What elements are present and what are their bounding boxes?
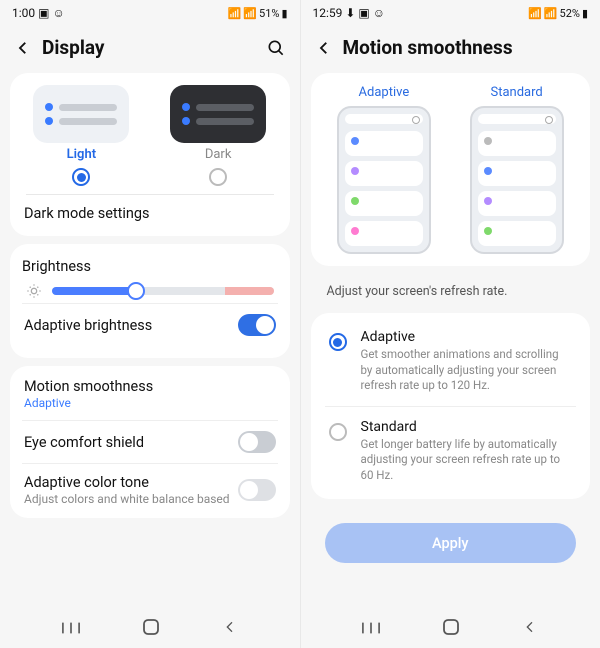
theme-label-light: Light: [67, 147, 96, 162]
status-time: 12:59 ⬇ ▣ ☺: [313, 6, 386, 20]
back-icon[interactable]: [14, 39, 32, 57]
motion-smoothness-row[interactable]: Motion smoothness Adaptive: [22, 368, 278, 420]
adaptive-brightness-label: Adaptive brightness: [24, 317, 152, 334]
display-options-group: Motion smoothness Adaptive Eye comfort s…: [10, 366, 290, 518]
brightness-slider[interactable]: [52, 287, 274, 295]
radio-light[interactable]: [72, 168, 90, 186]
back-icon[interactable]: [315, 39, 333, 57]
eye-comfort-row: Eye comfort shield: [22, 420, 278, 463]
brightness-card: Brightness Adaptive brightness: [10, 244, 290, 358]
brightness-label: Brightness: [22, 258, 91, 275]
theme-preview-light: [33, 85, 129, 143]
option-standard[interactable]: Standard Get longer battery life by auto…: [325, 407, 577, 496]
status-bar: 12:59 ⬇ ▣ ☺ 📶📶 52%▮: [301, 0, 600, 26]
dark-mode-settings-link[interactable]: Dark mode settings: [24, 205, 150, 222]
nav-back-icon[interactable]: [522, 619, 538, 639]
page-header: Display: [0, 26, 300, 73]
motion-smoothness-screen: 12:59 ⬇ ▣ ☺ 📶📶 52%▮ Motion smoothness Ad…: [301, 0, 600, 648]
radio-adaptive[interactable]: [329, 333, 347, 351]
option-adaptive[interactable]: Adaptive Get smoother animations and scr…: [325, 317, 577, 407]
theme-preview-dark: [170, 85, 266, 143]
theme-option-dark[interactable]: Dark: [159, 85, 278, 186]
refresh-rate-description: Adjust your screen's refresh rate.: [311, 274, 591, 305]
status-right: 📶📶 52%▮: [528, 7, 588, 20]
preview-adaptive: Adaptive: [323, 85, 446, 254]
radio-standard[interactable]: [329, 423, 347, 441]
search-icon[interactable]: [266, 38, 286, 58]
adaptive-brightness-toggle[interactable]: [238, 314, 276, 336]
status-time: 1:00 ▣ ☺: [12, 6, 65, 20]
apply-button[interactable]: Apply: [325, 523, 577, 563]
display-settings-screen: 1:00 ▣ ☺ 📶📶 51%▮ Display Light: [0, 0, 300, 648]
preview-phone-adaptive: [337, 106, 431, 254]
status-bar: 1:00 ▣ ☺ 📶📶 51%▮: [0, 0, 300, 26]
theme-label-dark: Dark: [205, 147, 232, 162]
preview-standard: Standard: [455, 85, 578, 254]
nav-recents-icon[interactable]: [362, 620, 380, 639]
preview-card: Adaptive Standard: [311, 73, 591, 266]
eye-comfort-toggle[interactable]: [238, 431, 276, 453]
status-right: 📶📶 51%▮: [228, 7, 288, 20]
nav-home-icon[interactable]: [443, 619, 459, 639]
adaptive-color-row: Adaptive color tone Adjust colors and wh…: [22, 463, 278, 516]
nav-bar: [301, 610, 600, 648]
theme-option-light[interactable]: Light: [22, 85, 141, 186]
adaptive-color-toggle[interactable]: [238, 479, 276, 501]
page-title: Display: [42, 36, 256, 59]
page-title: Motion smoothness: [343, 36, 587, 59]
nav-bar: [0, 610, 300, 648]
radio-dark[interactable]: [209, 168, 227, 186]
nav-back-icon[interactable]: [222, 619, 238, 639]
nav-home-icon[interactable]: [143, 619, 159, 639]
theme-card: Light Dark Dark mode settings: [10, 73, 290, 236]
nav-recents-icon[interactable]: [62, 620, 80, 639]
brightness-icon: [26, 283, 42, 299]
page-header: Motion smoothness: [301, 26, 600, 73]
preview-phone-standard: [470, 106, 564, 254]
refresh-options-card: Adaptive Get smoother animations and scr…: [311, 313, 591, 499]
